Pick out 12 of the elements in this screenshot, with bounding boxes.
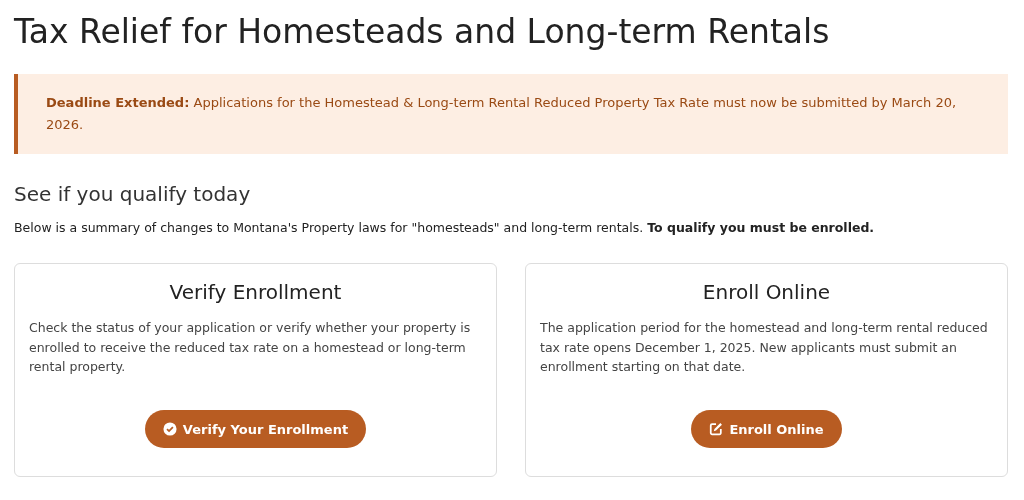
card-title: Verify Enrollment bbox=[169, 280, 342, 304]
card-text: Check the status of your application or verify whether your property is enrolled to receive the reduced tax rate on a homestead or long-term rental property. bbox=[29, 319, 472, 376]
section-heading: See if you qualify today bbox=[14, 182, 252, 206]
check-circle-icon bbox=[162, 422, 177, 436]
notice-text: Deadline Extended: Applications for the Homestead & Long-term Rental Reduced Property Tax Rate must now be submitted by March 20, 2026. bbox=[46, 94, 958, 134]
card-text: The application period for the homestead and long-term rental reduced tax rate opens December 1, 2025. New applicants must submit an enrollment starting on that date. bbox=[540, 319, 989, 376]
action-button[interactable]: Enroll Online bbox=[691, 410, 842, 448]
edit-icon bbox=[709, 422, 724, 436]
card-title: Enroll Online bbox=[702, 280, 831, 304]
intro-text: Below is a summary of changes to Montana's Property laws for "homesteads" and long-term rentals. To qualify you must be enrolled. bbox=[14, 220, 876, 235]
page-title: Tax Relief for Homesteads and Long-term Rentals bbox=[14, 11, 831, 53]
action-button[interactable]: Verify Your Enrollment bbox=[144, 410, 367, 448]
